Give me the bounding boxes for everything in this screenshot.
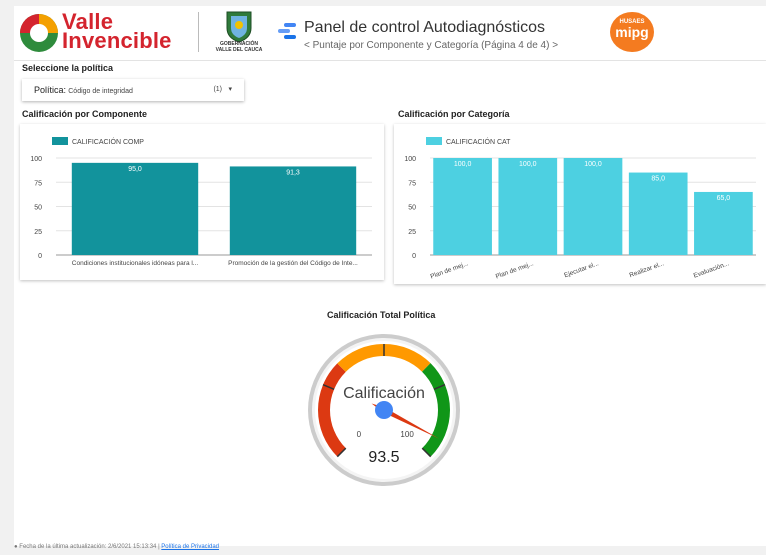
policy-filter-value: Código de integridad [68,88,133,95]
legend-label: CALIFICACIÓN COMP [72,137,144,146]
bar [563,158,623,255]
page-subtitle-text: Puntaje por Componente y Categoría (Pági… [312,40,550,51]
x-tick-label: Realizar el... [629,260,666,279]
privacy-policy-link[interactable]: Política de Privacidad [161,544,219,550]
x-tick-label: Plan de mej... [430,260,470,280]
bar-value-label: 100,0 [454,161,472,168]
x-tick-label: Evaluación... [693,260,731,279]
bar-value-label: 100,0 [519,161,537,168]
valle-logo-icon [20,14,58,52]
legend-label: CALIFICACIÓN CAT [446,137,511,146]
gauge-hub [375,401,393,419]
total-score-gauge: Calificación 0 100 93.5 [308,334,460,486]
x-tick-label: Plan de mej... [495,260,535,280]
legend-swatch [426,137,442,145]
next-page-button[interactable]: > [552,40,558,51]
gobernacion-label: GOBERNACIÓN VALLE DEL CAUCA [215,41,263,53]
bar [628,172,688,255]
y-tick-label: 25 [34,229,42,236]
page-subtitle: < Puntaje por Componente y Categoría (Pá… [304,40,558,51]
gauge-chart-title: Calificación Total Política [327,310,436,320]
y-tick-label: 50 [34,205,42,212]
bar-value-label: 85,0 [651,176,665,183]
y-tick-label: 100 [30,156,42,163]
bar-value-label: 100,0 [584,161,602,168]
report-footer: ● Fecha de la última actualización: 2/6/… [14,544,766,550]
policy-filter-key: Política: [34,85,67,95]
chevron-down-icon: ▾ [228,86,232,93]
mipg-logo-main: mipg [615,24,649,40]
last-updated-text: Fecha de la última actualización: 2/6/20… [19,544,157,550]
bar [71,162,199,255]
component-bar-chart: CALIFICACIÓN COMP 0 25 50 75 100 95,0 Condicion… [30,137,372,267]
mipg-logo: HUSAES mipg [610,12,654,52]
app-frame: Valle Invencible GOBERNACIÓN VALLE DEL C… [0,0,766,555]
bar-value-label: 95,0 [128,166,142,173]
legend-swatch [52,137,68,145]
y-tick-label: 100 [404,156,416,163]
bar [229,166,357,255]
y-tick-label: 0 [38,253,42,260]
report-page: Valle Invencible GOBERNACIÓN VALLE DEL C… [14,6,766,550]
info-icon: ● [14,544,18,550]
component-chart-title: Calificación por Componente [22,109,148,119]
y-tick-label: 50 [408,205,416,212]
filter-section-label: Seleccione la política [22,63,114,73]
gauge-max-label: 100 [400,430,414,439]
bar-value-label: 91,3 [286,169,300,176]
category-chart-title: Calificación por Categoría [398,109,510,119]
bar [433,158,492,255]
y-tick-label: 25 [408,229,416,236]
policy-filter-count: (1) [213,86,222,93]
bar [498,158,558,255]
gauge-min-label: 0 [357,430,362,439]
category-bar-chart: CALIFICACIÓN CAT 0 25 50 75 100 100,0 Plan de m… [404,137,756,280]
brand-name: Valle Invencible [62,11,172,53]
header-divider [198,12,199,52]
prev-page-button[interactable]: < [304,40,310,51]
footer-separator: | [158,544,160,550]
bar-value-label: 65,0 [717,195,731,202]
brand-line2: Invencible [62,28,172,53]
report-header: Valle Invencible GOBERNACIÓN VALLE DEL C… [14,6,766,61]
y-tick-label: 75 [408,180,416,187]
y-tick-label: 0 [412,253,416,260]
x-tick-label: Condiciones institucionales idóneas para… [72,260,199,267]
x-tick-label: Promoción de la gestión del Código de In… [228,260,358,267]
x-tick-label: Ejecutar el... [563,260,600,279]
page-title: Panel de control Autodiagnósticos [304,19,546,36]
data-studio-icon [278,23,296,39]
policy-filter-dropdown[interactable]: Política: Código de integridad (1) ▾ [22,79,244,101]
gauge-value: 93.5 [368,449,399,466]
category-chart-card: CALIFICACIÓN CAT 0 25 50 75 100 100,0 Plan de m… [394,124,766,284]
gauge-label: Calificación [343,385,425,402]
component-chart-card: CALIFICACIÓN COMP 0 25 50 75 100 95,0 Condicion… [20,124,384,280]
y-tick-label: 75 [34,180,42,187]
